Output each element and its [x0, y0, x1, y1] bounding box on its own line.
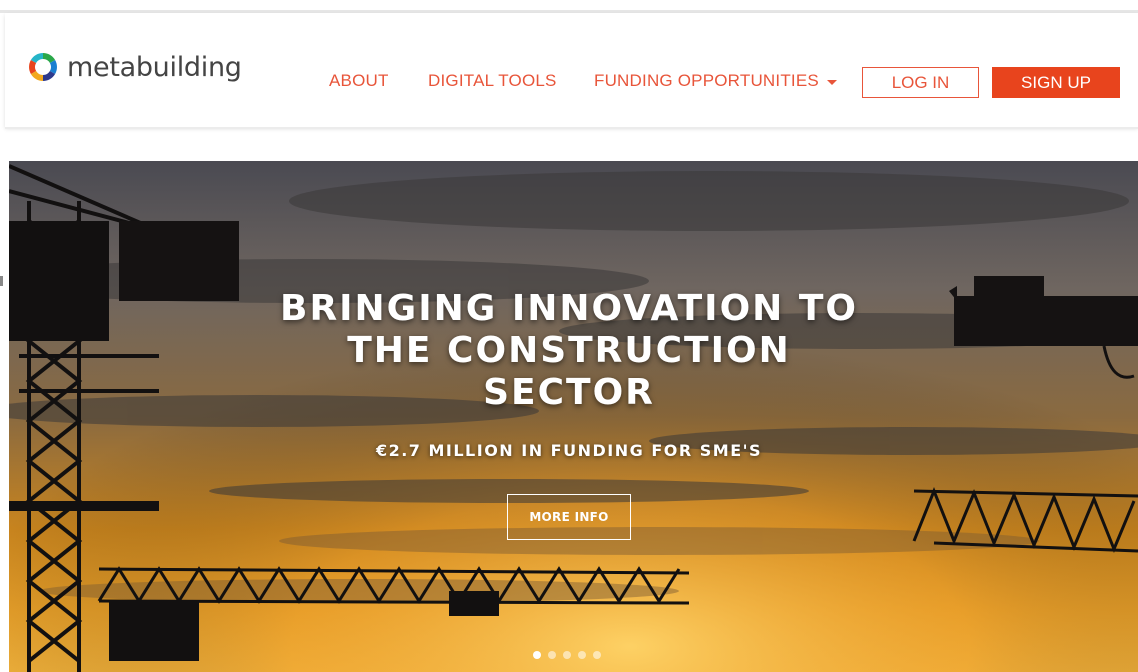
carousel-dot-2[interactable]: [548, 651, 556, 659]
hero-title-line-2: THE CONSTRUCTION: [347, 330, 791, 371]
logo-mark-icon: [29, 53, 57, 81]
hero-title-line-1: BRINGING INNOVATION TO: [280, 288, 858, 329]
carousel-indicators: [533, 651, 601, 659]
nav-funding-opportunities[interactable]: FUNDING OPPORTUNITIES: [594, 71, 837, 91]
chevron-down-icon: [826, 79, 837, 85]
carousel-dot-4[interactable]: [578, 651, 586, 659]
more-info-button[interactable]: MORE INFO: [507, 494, 631, 540]
logo-text: metabuilding: [67, 51, 242, 83]
nav-funding-label: FUNDING OPPORTUNITIES: [594, 71, 819, 90]
carousel-dot-3[interactable]: [563, 651, 571, 659]
logo[interactable]: metabuilding: [25, 47, 242, 87]
hero-title: BRINGING INNOVATION TO THE CONSTRUCTION …: [239, 288, 899, 414]
header-divider: [5, 127, 1138, 129]
hero-background-image: [9, 161, 1138, 672]
nav-about[interactable]: ABOUT: [329, 71, 389, 91]
hero-banner: BRINGING INNOVATION TO THE CONSTRUCTION …: [9, 161, 1138, 672]
edge-marker: [0, 276, 3, 286]
hero-title-line-3: SECTOR: [483, 372, 655, 413]
hero-subtitle: €2.7 MILLION IN FUNDING FOR SME'S: [375, 441, 763, 460]
login-button[interactable]: LOG IN: [862, 67, 979, 98]
carousel-dot-5[interactable]: [593, 651, 601, 659]
carousel-dot-1[interactable]: [533, 651, 541, 659]
site-header: metabuilding ABOUT DIGITAL TOOLS FUNDING…: [5, 13, 1138, 127]
nav-digital-tools[interactable]: DIGITAL TOOLS: [428, 71, 557, 91]
signup-button[interactable]: SIGN UP: [992, 67, 1120, 98]
